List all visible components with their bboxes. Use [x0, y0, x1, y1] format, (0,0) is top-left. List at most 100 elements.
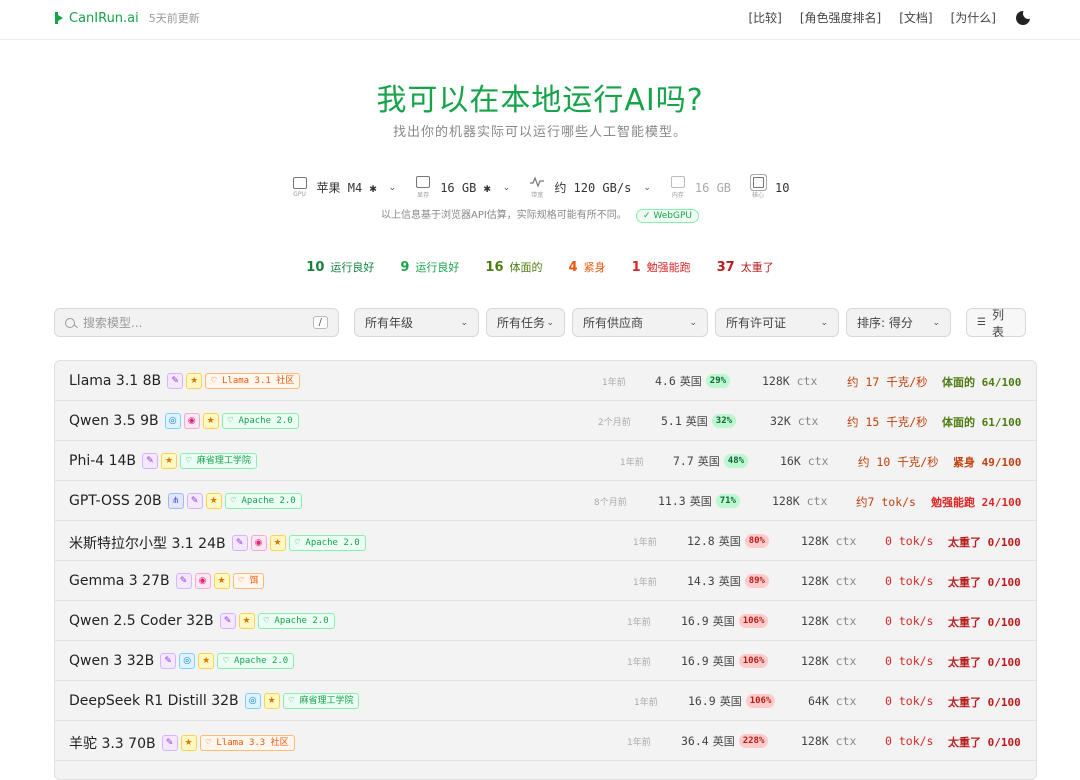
- spec-note-text: 以上信息基于浏览器API估算，实际规格可能有所不同。: [380, 210, 627, 221]
- brand-name[interactable]: CanIRun.ai: [69, 11, 139, 26]
- vendor-select-label: 所有供应商: [583, 316, 644, 330]
- model-name-cell: 羊驼 3.3 70B ✎ ★ ♡ Llama 3.3 社区: [69, 733, 295, 753]
- nav-docs[interactable]: [文档]: [899, 9, 932, 26]
- count-label: 勉强能跑: [646, 261, 691, 274]
- vendor-select[interactable]: 所有供应商 ⌄: [572, 308, 708, 337]
- verdict-score: 体面的 64/100: [942, 376, 1022, 389]
- model-size: 5.1 英国 32%: [661, 413, 737, 429]
- count-number: 37: [716, 260, 735, 275]
- memory-usage-badge: 106%: [738, 614, 769, 628]
- chevron-down-icon: ⌄: [460, 317, 468, 328]
- memory-usage-badge: 32%: [711, 414, 737, 428]
- dark-mode-toggle-icon[interactable]: [1016, 7, 1034, 25]
- vision-icon: ◉: [183, 413, 200, 429]
- reasoning-icon: ◎: [164, 413, 181, 429]
- gpu-value: 苹果 M4 ✱: [316, 181, 377, 195]
- model-name-cell: Gemma 3 27B ✎ ◉ ★ ♡ 饵: [69, 573, 265, 589]
- tool-use-icon: ✎: [231, 535, 248, 551]
- table-row[interactable]: Qwen 3.5 9B ◎ ◉ ★ ♡ Apache 2.0 2个月前 5.1 英国 32% 32…: [55, 401, 1036, 441]
- model-name-cell: Phi-4 14B ✎ ★ ♡ 麻省理工学院: [69, 453, 257, 469]
- task-select[interactable]: 所有任务 ⌄: [486, 308, 565, 337]
- table-row[interactable]: GPT-OSS 20B ⋔ ✎ ★ ♡ Apache 2.0 8个月前 11.3 英国 71% 1…: [55, 481, 1036, 521]
- star-icon: ★: [198, 653, 215, 669]
- context-unit: ctx: [807, 454, 829, 468]
- vram-caption: 显存: [417, 192, 430, 199]
- star-icon: ★: [186, 373, 203, 389]
- license-select[interactable]: 所有许可证 ⌄: [715, 308, 839, 337]
- chevron-down-icon: ⌄: [643, 182, 651, 193]
- model-name: Phi-4 14B: [69, 453, 137, 469]
- nav-why[interactable]: [为什么]: [951, 9, 996, 26]
- count-label: 运行良好: [330, 261, 375, 274]
- license-badge: ♡ Apache 2.0: [224, 493, 302, 509]
- model-name: GPT-OSS 20B: [69, 493, 162, 509]
- tool-use-icon: ✎: [219, 613, 236, 629]
- search-input[interactable]: 搜索模型... /: [54, 308, 339, 337]
- chevron-down-icon: ⌄: [502, 182, 511, 193]
- gpu-selector[interactable]: GPU 苹果 M4 ✱ ⌄: [291, 177, 396, 198]
- table-row[interactable]: Llama 3.1 8B ✎ ★ ♡ Llama 3.1 社区 1年前 4.6 英国 29% 1…: [55, 361, 1036, 401]
- estimated-speed: 0 tok/s: [885, 654, 934, 668]
- table-row[interactable]: Qwen 2.5 Coder 32B ✎ ★ ♡ Apache 2.0 1年前 16.9 英…: [55, 601, 1036, 641]
- memory-usage-badge: 71%: [715, 494, 740, 508]
- bandwidth-selector[interactable]: 带宽 约 120 GB/s ⌄: [528, 176, 651, 199]
- estimated-speed: 0 tok/s: [885, 574, 934, 588]
- sort-select[interactable]: 排序: 得分 ⌄: [846, 308, 951, 337]
- estimated-speed: 0 tok/s: [885, 694, 934, 708]
- brand[interactable]: CanIRun.ai 5天前更新: [55, 10, 200, 26]
- context-length: 128K ctx: [801, 614, 856, 628]
- license-badge: ♡ 麻省理工学院: [282, 693, 360, 709]
- nav-compare[interactable]: [比较]: [749, 9, 782, 26]
- verdict-score: 太重了 0/100: [948, 616, 1021, 629]
- license-badge: ♡ Llama 3.3 社区: [199, 735, 295, 751]
- nav-ranking[interactable]: [角色强度排名]: [800, 9, 881, 26]
- model-size: 12.8 英国 80%: [687, 533, 769, 549]
- count-runs-well[interactable]: 9 运行良好: [400, 259, 459, 275]
- bandwidth-caption: 带宽: [531, 192, 544, 199]
- table-row[interactable]: Phi-4 14B ✎ ★ ♡ 麻省理工学院 1年前 7.7 英国 48% 16K ctx 约 1…: [55, 441, 1036, 481]
- ram-value: 16 GB: [694, 180, 732, 195]
- release-age: 1年前: [627, 738, 651, 748]
- context-value: 128K: [801, 614, 836, 628]
- vram-selector[interactable]: 显存 16 GB ✱ ⌄: [414, 176, 510, 199]
- table-row[interactable]: Gemma 3 27B ✎ ◉ ★ ♡ 饵 1年前 14.3 英国 89% 128K ctx 0 t…: [55, 561, 1036, 601]
- context-unit: ctx: [806, 494, 828, 508]
- webgpu-badge: ✓ WebGPU: [636, 209, 700, 223]
- count-tight[interactable]: 4 紧身: [569, 259, 606, 275]
- model-name: 米斯特拉尔小型 3.1 24B: [69, 536, 226, 552]
- size-value: 16.9: [688, 694, 716, 708]
- model-name: Qwen 2.5 Coder 32B: [69, 613, 214, 629]
- count-label: 紧身: [583, 261, 606, 274]
- count-barely[interactable]: 1 勉强能跑: [632, 259, 691, 275]
- count-too-heavy[interactable]: 37 太重了: [717, 259, 774, 275]
- verdict-score: 太重了 0/100: [948, 576, 1021, 589]
- count-runs-great[interactable]: 10 运行良好: [306, 259, 374, 275]
- estimated-speed: 约 15 千克/秒: [847, 415, 928, 429]
- logo-icon: [55, 12, 63, 24]
- table-row[interactable]: DeepSeek R1 Distill 32B ◎ ★ ♡ 麻省理工学院 1年前 16.9…: [55, 681, 1036, 721]
- spec-note: 以上信息基于浏览器API估算，实际规格可能有所不同。 ✓ WebGPU: [0, 206, 1080, 223]
- model-name-cell: Qwen 2.5 Coder 32B ✎ ★ ♡ Apache 2.0: [69, 613, 335, 629]
- count-label: 太重了: [740, 261, 774, 274]
- estimated-speed: 0 tok/s: [885, 534, 934, 548]
- count-number: 1: [631, 260, 641, 275]
- context-value: 32K: [770, 414, 798, 428]
- license-badge: ♡ Apache 2.0: [288, 535, 366, 551]
- filter-bar: 搜索模型... / 所有年级 ⌄ 所有任务 ⌄ 所有供应商 ⌄ 所有许可证 ⌄ 排序: …: [54, 308, 1026, 339]
- model-size: 36.4 英国 228%: [681, 733, 769, 749]
- count-number: 9: [400, 260, 410, 275]
- view-toggle-button[interactable]: ☰ 列表: [966, 308, 1026, 339]
- context-unit: ctx: [797, 414, 819, 428]
- table-row[interactable]: 羊驼 3.3 70B ✎ ★ ♡ Llama 3.3 社区 1年前 36.4 英国 228% 1…: [55, 721, 1036, 761]
- count-label: 运行良好: [415, 261, 460, 274]
- tier-select[interactable]: 所有年级 ⌄: [354, 308, 479, 337]
- table-row[interactable]: Qwen 3 32B ✎ ◎ ★ ♡ Apache 2.0 1年前 16.9 英国 106% 12…: [55, 641, 1036, 681]
- context-value: 128K: [801, 654, 836, 668]
- size-unit: 英国: [712, 615, 735, 628]
- license-badge: ♡ Apache 2.0: [217, 653, 295, 669]
- gpu-icon: [292, 177, 307, 189]
- count-decent[interactable]: 16 体面的: [485, 259, 542, 275]
- table-row[interactable]: 米斯特拉尔小型 3.1 24B ✎ ◉ ★ ♡ Apache 2.0 1年前 12.8 英国 8…: [55, 521, 1036, 561]
- search-placeholder: 搜索模型...: [83, 316, 143, 330]
- license-badge: ♡ Apache 2.0: [221, 413, 299, 429]
